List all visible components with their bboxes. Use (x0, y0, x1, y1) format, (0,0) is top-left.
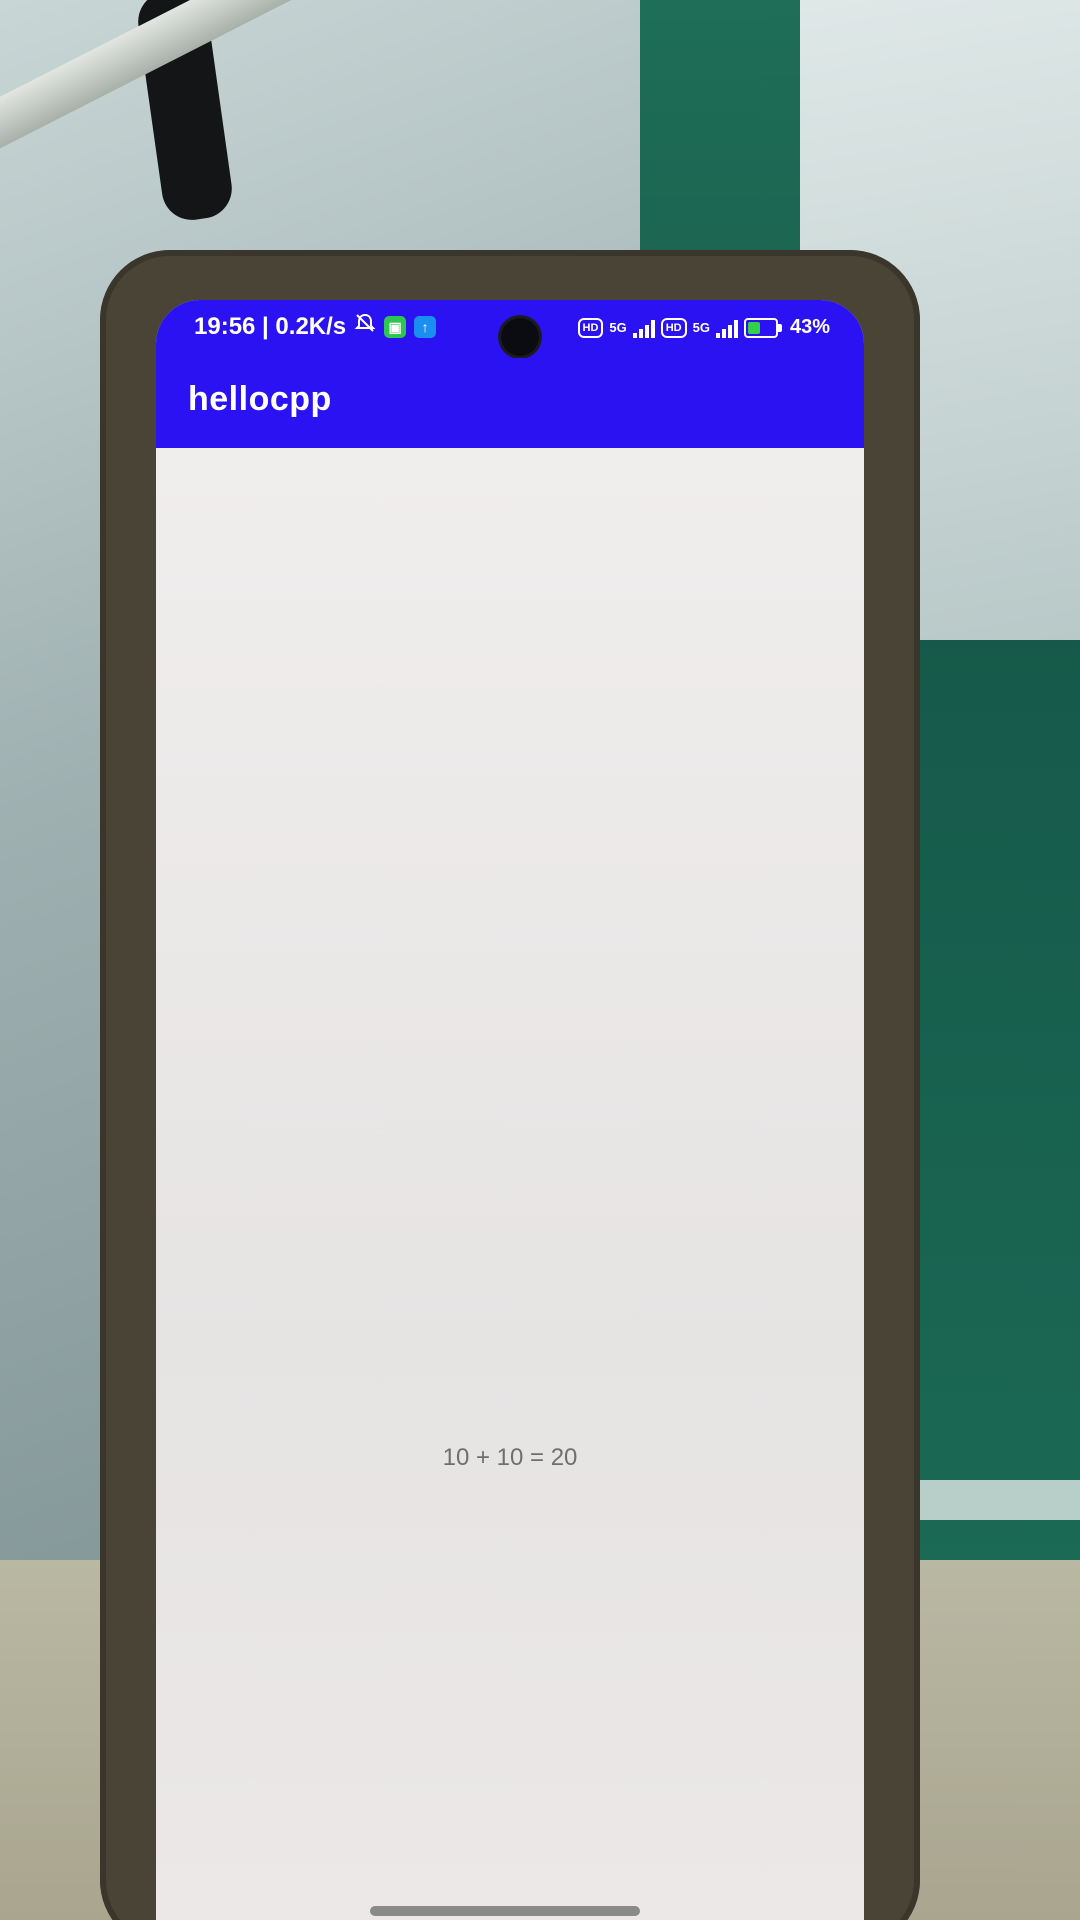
front-camera (501, 318, 539, 356)
status-bar-left: 19:56 | 0.2K/s ▣ ↑ (194, 312, 437, 341)
phone-screen: 19:56 | 0.2K/s ▣ ↑ HD 5G HD 5G 43% hello… (156, 300, 864, 1920)
signal-icon (715, 318, 738, 338)
app-notification-icon: ▣ (384, 315, 407, 338)
signal-icon (632, 318, 655, 338)
hd-badge-2: HD (660, 317, 687, 338)
network-label-2: 5G (692, 320, 710, 335)
hd-badge: HD (577, 317, 604, 338)
battery-icon (743, 317, 782, 338)
main-content: 10 + 10 = 20 (156, 448, 864, 1920)
result-text: 10 + 10 = 20 (442, 1444, 578, 1471)
status-bar-right: HD 5G HD 5G 43% (577, 316, 830, 339)
battery-percent: 43% (789, 316, 830, 338)
background-stripe (900, 1480, 1080, 1520)
home-indicator[interactable] (370, 1906, 640, 1916)
network-label: 5G (609, 320, 627, 335)
app-title: hellocpp (188, 380, 332, 418)
status-bar: 19:56 | 0.2K/s ▣ ↑ HD 5G HD 5G 43% (156, 300, 864, 358)
upload-notification-icon: ↑ (414, 315, 437, 338)
app-bar: hellocpp (156, 358, 864, 448)
mute-bell-icon (354, 312, 376, 341)
status-time-speed: 19:56 | 0.2K/s (194, 312, 347, 340)
